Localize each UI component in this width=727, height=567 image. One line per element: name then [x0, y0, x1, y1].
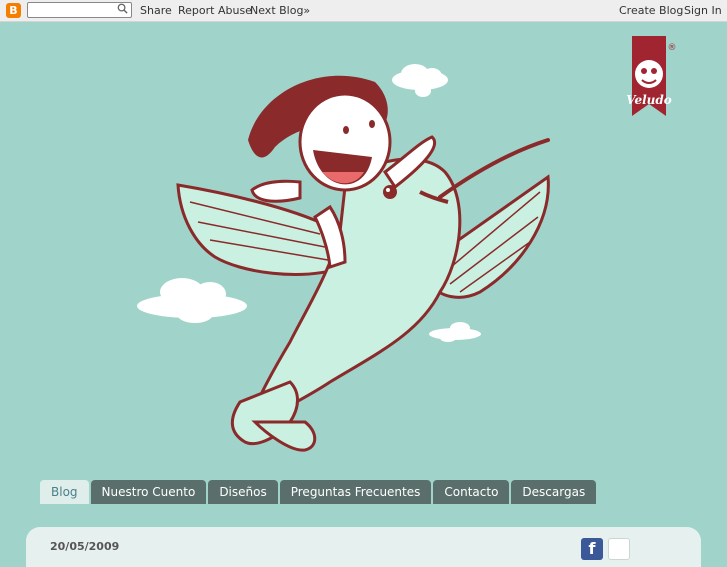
create-blog-link[interactable]: Create Blog [619, 4, 683, 17]
search-input[interactable] [27, 2, 132, 18]
facebook-icon[interactable]: f [581, 538, 603, 560]
tab-descargas[interactable]: Descargas [511, 480, 597, 504]
cloud-icon [429, 322, 481, 342]
content-panel: 20/05/2009 f [26, 527, 701, 567]
blogger-navbar: B Share Report Abuse Next Blog» Create B… [0, 0, 727, 22]
tab-preguntas-frecuentes[interactable]: Preguntas Frecuentes [279, 480, 432, 504]
share-link[interactable]: Share [140, 4, 172, 17]
tab-contacto[interactable]: Contacto [433, 480, 510, 504]
header-illustration [137, 64, 550, 452]
brand-name: Veludo [626, 93, 672, 107]
registered-mark: ® [668, 43, 677, 53]
next-blog-link[interactable]: Next Blog» [250, 4, 310, 17]
search-icon[interactable] [117, 3, 128, 14]
tab-disenos[interactable]: Diseños [208, 480, 278, 504]
cloud-icon [137, 278, 247, 323]
sign-in-link[interactable]: Sign In [684, 4, 722, 17]
tab-nuestro-cuento[interactable]: Nuestro Cuento [90, 480, 207, 504]
blogger-logo-icon[interactable]: B [6, 3, 21, 18]
veludo-brand-logo[interactable]: Veludo ® [620, 34, 680, 129]
cloud-icon [392, 64, 448, 97]
post-date: 20/05/2009 [50, 540, 120, 553]
report-abuse-link[interactable]: Report Abuse [178, 4, 252, 17]
main-tabs: Blog Nuestro Cuento Diseños Preguntas Fr… [40, 480, 597, 505]
share-icon[interactable] [608, 538, 630, 560]
tab-blog[interactable]: Blog [40, 480, 89, 504]
